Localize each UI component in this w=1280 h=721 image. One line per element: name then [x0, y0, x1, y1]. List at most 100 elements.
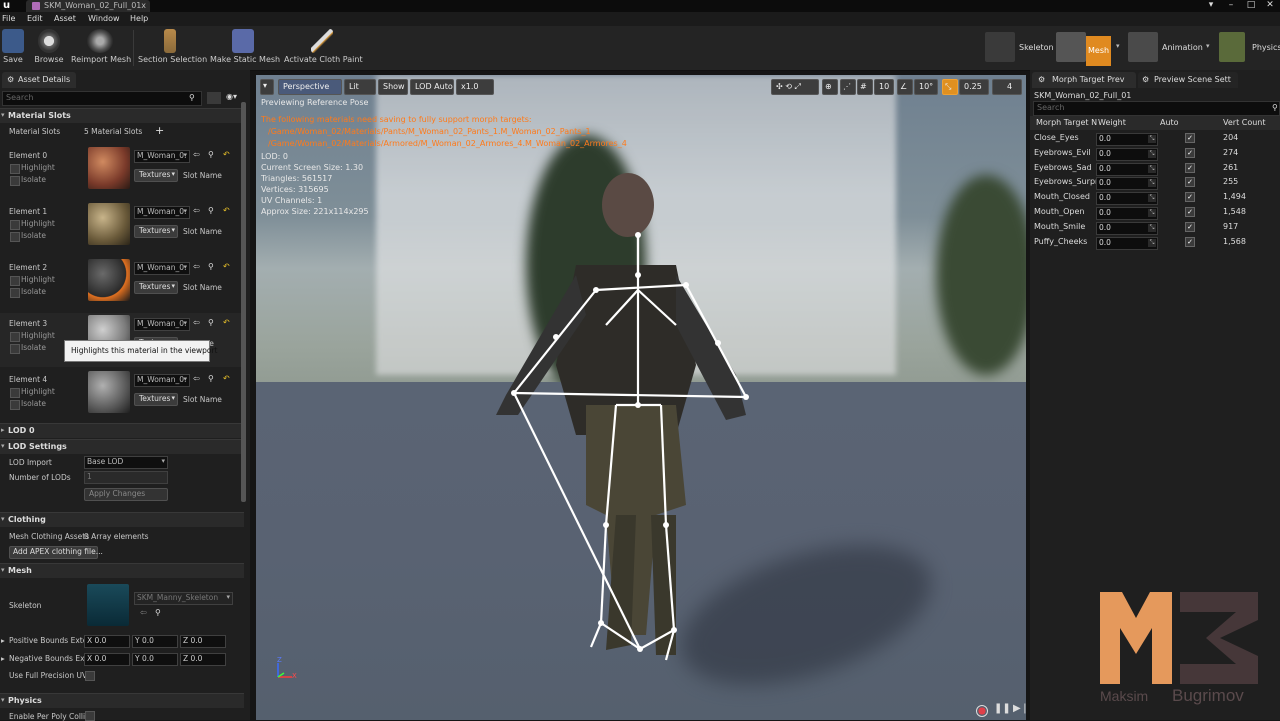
pos-bounds-x[interactable]: X 0.0	[84, 635, 130, 648]
details-scrollbar[interactable]	[241, 102, 246, 502]
save-button[interactable]: Save	[0, 28, 26, 68]
material-select[interactable]: M_Woman_0: ▾	[134, 374, 190, 387]
browse-button[interactable]: Browse	[33, 28, 65, 68]
notification-icon[interactable]: ▾	[1205, 0, 1217, 12]
use-selected-arrow-icon[interactable]: ⇦	[140, 608, 147, 617]
full-precision-uv-checkbox[interactable]	[85, 671, 95, 681]
auto-checkbox[interactable]: ✓	[1185, 192, 1195, 203]
col-morph-target-name[interactable]: Morph Target N	[1036, 118, 1097, 127]
section-lod-settings[interactable]: ▾ LOD Settings	[0, 439, 244, 454]
mode-mesh[interactable]: Mesh ▾	[1056, 30, 1126, 66]
world-local-icon[interactable]: ⊕	[822, 79, 838, 95]
highlight-checkbox[interactable]	[10, 332, 20, 342]
show-button[interactable]: Show	[378, 79, 408, 95]
section-lod0[interactable]: ▸ LOD 0	[0, 423, 244, 438]
menu-file[interactable]: File	[2, 14, 15, 23]
morph-target-row[interactable]: Mouth_Open 0.0 ⤡ ✓ 1,548	[1030, 205, 1280, 220]
mode-skeleton[interactable]: Skeleton	[985, 30, 1055, 66]
section-physics[interactable]: ▾ Physics	[0, 693, 244, 708]
pause-icon[interactable]: ❚❚	[994, 703, 1011, 714]
make-static-mesh-button[interactable]: Make Static Mesh	[210, 28, 280, 68]
maximize-icon[interactable]: □	[1245, 0, 1257, 12]
menu-edit[interactable]: Edit	[27, 14, 43, 23]
morph-weight-input[interactable]: 0.0 ⤡	[1096, 192, 1158, 206]
browse-search-icon[interactable]: ⚲	[208, 150, 214, 159]
details-search-input[interactable]: Search ⚲	[2, 91, 202, 106]
morph-weight-input[interactable]: 0.0 ⤡	[1096, 207, 1158, 220]
browse-search-icon[interactable]: ⚲	[208, 262, 214, 271]
browse-search-icon[interactable]: ⚲	[208, 374, 214, 383]
col-vert-count[interactable]: Vert Count	[1223, 118, 1266, 127]
use-selected-arrow-icon[interactable]: ⇦	[193, 150, 200, 159]
skeleton-select[interactable]: SKM_Manny_Skeleton ▾	[134, 592, 233, 605]
mode-animation[interactable]: Animation ▾	[1128, 30, 1216, 66]
morph-target-row[interactable]: Eyebrows_Sad 0.0 ⤡ ✓ 261	[1030, 161, 1280, 176]
auto-checkbox[interactable]: ✓	[1185, 133, 1195, 143]
isolate-checkbox[interactable]	[10, 176, 20, 186]
neg-bounds-expand-icon[interactable]: ▸	[1, 654, 5, 663]
use-selected-arrow-icon[interactable]: ⇦	[193, 374, 200, 383]
col-weight[interactable]: Weight	[1098, 118, 1126, 127]
neg-bounds-z[interactable]: Z 0.0	[180, 653, 226, 666]
auto-checkbox[interactable]: ✓	[1185, 147, 1195, 158]
rotation-snap-icon[interactable]: ∠	[897, 79, 913, 95]
material-select[interactable]: M_Woman_0: ▾	[134, 206, 190, 219]
viewport[interactable]: ▾ Perspective Lit Show LOD Auto x1.0 ✣ ⟲…	[256, 75, 1026, 720]
morph-target-row[interactable]: Eyebrows_Evil 0.0 ⤡ ✓ 274	[1030, 146, 1280, 161]
section-mesh[interactable]: ▾ Mesh	[0, 563, 244, 578]
grid-snap-icon[interactable]: #	[857, 79, 873, 95]
material-thumbnail[interactable]	[88, 259, 130, 301]
material-thumbnail[interactable]	[88, 147, 130, 189]
lod-auto-button[interactable]: LOD Auto	[410, 79, 454, 95]
pos-bounds-expand-icon[interactable]: ▸	[1, 636, 5, 645]
textures-dropdown[interactable]: Textures▾	[134, 169, 178, 182]
isolate-checkbox[interactable]	[10, 344, 20, 354]
playback-speed-button[interactable]: x1.0	[456, 79, 494, 95]
rotation-snap-button[interactable]: 10°	[914, 79, 938, 95]
material-thumbnail[interactable]	[88, 371, 130, 413]
pos-bounds-z[interactable]: Z 0.0	[180, 635, 226, 648]
auto-checkbox[interactable]: ✓	[1185, 221, 1195, 232]
isolate-checkbox[interactable]	[10, 400, 20, 410]
morph-weight-input[interactable]: 0.0 ⤡	[1096, 162, 1158, 176]
lod-import-select[interactable]: Base LOD ▾	[84, 456, 168, 469]
grid-size-button[interactable]: 10	[874, 79, 894, 95]
view-options-eye-icon[interactable]: ◉▾	[226, 92, 237, 101]
reset-arrow-icon[interactable]: ↶	[223, 374, 230, 383]
material-select[interactable]: M_Woman_0: ▾	[134, 150, 190, 163]
record-icon[interactable]	[976, 705, 988, 717]
neg-bounds-y[interactable]: Y 0.0	[132, 653, 178, 666]
morph-search-input[interactable]: Search ⚲	[1033, 101, 1280, 116]
num-lods-input[interactable]: 1	[84, 471, 168, 484]
pos-bounds-y[interactable]: Y 0.0	[132, 635, 178, 648]
browse-search-icon[interactable]: ⚲	[208, 206, 214, 215]
neg-bounds-x[interactable]: X 0.0	[84, 653, 130, 666]
morph-target-row[interactable]: Close_Eyes 0.0 ⤡ ✓ 204	[1030, 131, 1280, 146]
step-forward-icon[interactable]: ▶❘	[1013, 703, 1026, 714]
menu-window[interactable]: Window	[88, 14, 120, 23]
scale-snap-button[interactable]: 0.25	[959, 79, 989, 95]
tab-preview-scene-settings[interactable]: ⚙ Preview Scene Sett	[1138, 72, 1238, 88]
minimize-icon[interactable]: –	[1225, 0, 1237, 12]
morph-target-row[interactable]: Puffy_Cheeks 0.0 ⤡ ✓ 1,568	[1030, 235, 1280, 250]
material-select[interactable]: M_Woman_0: ▾	[134, 262, 190, 275]
use-selected-arrow-icon[interactable]: ⇦	[193, 206, 200, 215]
morph-weight-input[interactable]: 0.0 ⤡	[1096, 221, 1158, 235]
document-tab[interactable]: SKM_Woman_02_Full_01 x	[26, 0, 150, 12]
character-skeleton-svg[interactable]	[256, 75, 1026, 720]
section-selection-button[interactable]: Section Selection	[138, 28, 207, 68]
section-clothing[interactable]: ▾ Clothing	[0, 512, 244, 527]
camera-speed-button[interactable]: 4	[992, 79, 1022, 95]
add-slot-plus-icon[interactable]: +	[155, 124, 164, 137]
auto-checkbox[interactable]: ✓	[1185, 236, 1195, 247]
surface-snap-icon[interactable]: ⋰	[840, 79, 856, 95]
reset-arrow-icon[interactable]: ↶	[223, 206, 230, 215]
close-tab-icon[interactable]: x	[141, 1, 146, 10]
mode-physics[interactable]: Physics	[1219, 30, 1280, 66]
activate-cloth-paint-button[interactable]: Activate Cloth Paint	[284, 28, 363, 68]
reimport-mesh-button[interactable]: Reimport Mesh	[71, 28, 131, 68]
animation-mode-dropdown-icon[interactable]: ▾	[1206, 42, 1210, 50]
reset-arrow-icon[interactable]: ↶	[223, 150, 230, 159]
textures-dropdown[interactable]: Textures▾	[134, 281, 178, 294]
tab-morph-target-preview[interactable]: ⚙ Morph Target Prev	[1032, 72, 1136, 88]
